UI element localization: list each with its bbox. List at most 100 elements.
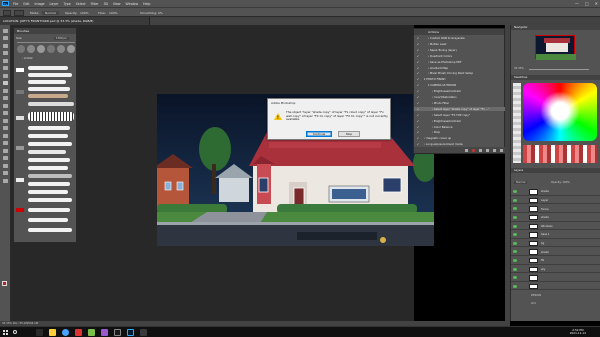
blur-tool-icon[interactable] xyxy=(2,118,8,123)
swatch-row[interactable] xyxy=(523,145,597,163)
action-item[interactable]: ✓ › Stop xyxy=(414,130,506,135)
action-item[interactable]: ✓ › Color Balance xyxy=(414,125,506,130)
close-button[interactable]: ✕ xyxy=(595,1,598,6)
taskbar-clock[interactable]: 2:52 PM 2021-11-12 xyxy=(570,328,586,336)
brush-tip-presets[interactable] xyxy=(17,45,75,53)
navigator-zoom-slider[interactable] xyxy=(529,68,589,70)
type-tool-icon[interactable] xyxy=(2,141,8,145)
layer-group[interactable]: DESIGN xyxy=(531,294,541,297)
history-brush-tool-icon[interactable] xyxy=(2,96,8,100)
action-toggle-checkbox[interactable]: ✓ xyxy=(416,42,420,47)
lasso-tool-icon[interactable] xyxy=(2,43,8,48)
menu-select[interactable]: Select xyxy=(76,2,86,6)
visibility-eye-icon[interactable] xyxy=(512,215,517,219)
app-icon[interactable] xyxy=(75,329,82,336)
app-icon[interactable] xyxy=(88,329,95,336)
menu-window[interactable]: Window xyxy=(126,2,139,6)
search-icon[interactable] xyxy=(13,330,17,334)
visibility-eye-icon[interactable] xyxy=(512,267,517,271)
action-item[interactable]: ✓ › Sepia Toning (layer) xyxy=(414,48,506,53)
layer-row[interactable]: fill xyxy=(511,257,600,265)
action-item[interactable]: ✓ › Invert/Saturation xyxy=(414,95,506,100)
swatch-grid[interactable] xyxy=(513,83,521,163)
navigator-zoom[interactable]: 33.33% xyxy=(514,67,524,70)
action-toggle-checkbox[interactable]: ✓ xyxy=(416,107,420,112)
visibility-eye-icon[interactable] xyxy=(512,224,517,228)
layer-row[interactable]: bg xyxy=(511,240,600,248)
opacity-value[interactable]: 100% xyxy=(80,11,89,15)
layer-row[interactable]: shade xyxy=(511,188,600,196)
action-item[interactable]: ✓ › Save as Photoshop PDF xyxy=(414,60,506,65)
action-item[interactable]: ✓ › Select layer "FX TOP copy" xyxy=(414,113,506,118)
visibility-eye-icon[interactable] xyxy=(512,233,517,237)
crop-tool-icon[interactable] xyxy=(2,58,8,63)
pen-tool-icon[interactable] xyxy=(2,133,8,138)
gradient-tool-icon[interactable] xyxy=(2,111,8,115)
action-item[interactable]: ✓ › Brightness/Contrast xyxy=(414,119,506,124)
layer-row[interactable]: base 1 xyxy=(511,231,600,239)
foreground-color-swatch[interactable] xyxy=(2,281,7,286)
stop-button[interactable]: Stop xyxy=(338,131,360,137)
healing-tool-icon[interactable] xyxy=(2,73,8,78)
minimize-button[interactable]: — xyxy=(575,1,579,6)
visibility-eye-icon[interactable] xyxy=(512,207,517,211)
color-wheel-icon[interactable] xyxy=(523,83,597,141)
menu-layer[interactable]: Layer xyxy=(50,2,59,6)
visibility-eye-icon[interactable] xyxy=(512,190,517,194)
brush-tool-icon[interactable] xyxy=(2,81,8,85)
action-toggle-checkbox[interactable]: ✓ xyxy=(416,66,420,71)
action-toggle-checkbox[interactable]: ✓ xyxy=(416,113,420,118)
layer-row[interactable]: shade xyxy=(511,248,600,256)
action-toggle-checkbox[interactable]: ✓ xyxy=(416,101,420,106)
action-item[interactable]: ✓ › Quadrant Colors xyxy=(414,54,506,59)
quick-select-tool-icon[interactable] xyxy=(2,51,8,55)
stamp-tool-icon[interactable] xyxy=(2,88,8,93)
blend-mode-dropdown[interactable]: Normal xyxy=(514,181,528,184)
action-toggle-checkbox[interactable]: ✓ xyxy=(416,119,420,124)
stop-playing-icon[interactable] xyxy=(465,148,468,152)
mode-dropdown[interactable]: Normal xyxy=(42,11,59,15)
chrome-icon[interactable] xyxy=(62,329,69,336)
action-toggle-checkbox[interactable]: ✓ xyxy=(416,95,420,100)
brush-preset-picker[interactable] xyxy=(14,10,24,16)
menu-edit[interactable]: Edit xyxy=(23,2,29,6)
new-set-icon[interactable] xyxy=(486,148,489,152)
smoothing-value[interactable]: 0% xyxy=(158,11,163,15)
more-tools-icon[interactable] xyxy=(2,178,8,183)
record-icon[interactable] xyxy=(472,148,475,152)
marquee-tool-icon[interactable] xyxy=(2,36,8,40)
visibility-eye-icon[interactable] xyxy=(512,276,517,280)
layer-opacity[interactable]: Opacity: 100% xyxy=(551,181,570,184)
new-action-icon[interactable] xyxy=(493,148,496,152)
task-view-icon[interactable] xyxy=(36,329,43,336)
visibility-eye-icon[interactable] xyxy=(512,241,517,245)
action-toggle-checkbox[interactable]: ✓ xyxy=(416,89,420,94)
app-icon[interactable] xyxy=(101,329,108,336)
continue-button[interactable]: Continue xyxy=(306,131,332,137)
hand-tool-icon[interactable] xyxy=(2,163,8,168)
action-toggle-checkbox[interactable]: ✓ xyxy=(416,83,420,88)
document-tab[interactable]: LOCATION: JOEY'S FRONTYARD.psd @ 33.3% (… xyxy=(0,17,150,25)
layer-row[interactable]: Fence xyxy=(511,205,600,213)
move-tool-icon[interactable] xyxy=(2,28,8,33)
action-toggle-checkbox[interactable]: ✓ xyxy=(416,60,420,65)
file-explorer-icon[interactable] xyxy=(49,329,56,336)
action-item[interactable]: ✓ › Gradient Map xyxy=(414,66,506,71)
menu-image[interactable]: Image xyxy=(35,2,45,6)
path-select-tool-icon[interactable] xyxy=(2,148,8,153)
tool-preset-picker[interactable] xyxy=(3,10,11,16)
flow-value[interactable]: 100% xyxy=(109,11,118,15)
app-icon[interactable] xyxy=(140,329,147,336)
layer-row[interactable]: sky xyxy=(511,265,600,274)
brush-group-artistic[interactable]: › Artistic xyxy=(22,57,33,60)
action-toggle-checkbox[interactable]: ✓ xyxy=(416,130,420,135)
layer-row[interactable]: Windows xyxy=(511,222,600,231)
layer-row[interactable] xyxy=(511,274,600,282)
brush-size-slider[interactable] xyxy=(17,42,75,43)
action-item[interactable]: ✓ ▾ CAMERA OUTDOOR xyxy=(414,83,506,88)
zoom-tool-icon[interactable] xyxy=(2,171,8,175)
action-item[interactable]: ✓ › Custom RGB to Grayscale xyxy=(414,36,506,41)
visibility-eye-icon[interactable] xyxy=(512,258,517,262)
photoshop-taskbar-icon[interactable] xyxy=(127,329,134,336)
navigator-thumbnail[interactable] xyxy=(535,35,576,60)
